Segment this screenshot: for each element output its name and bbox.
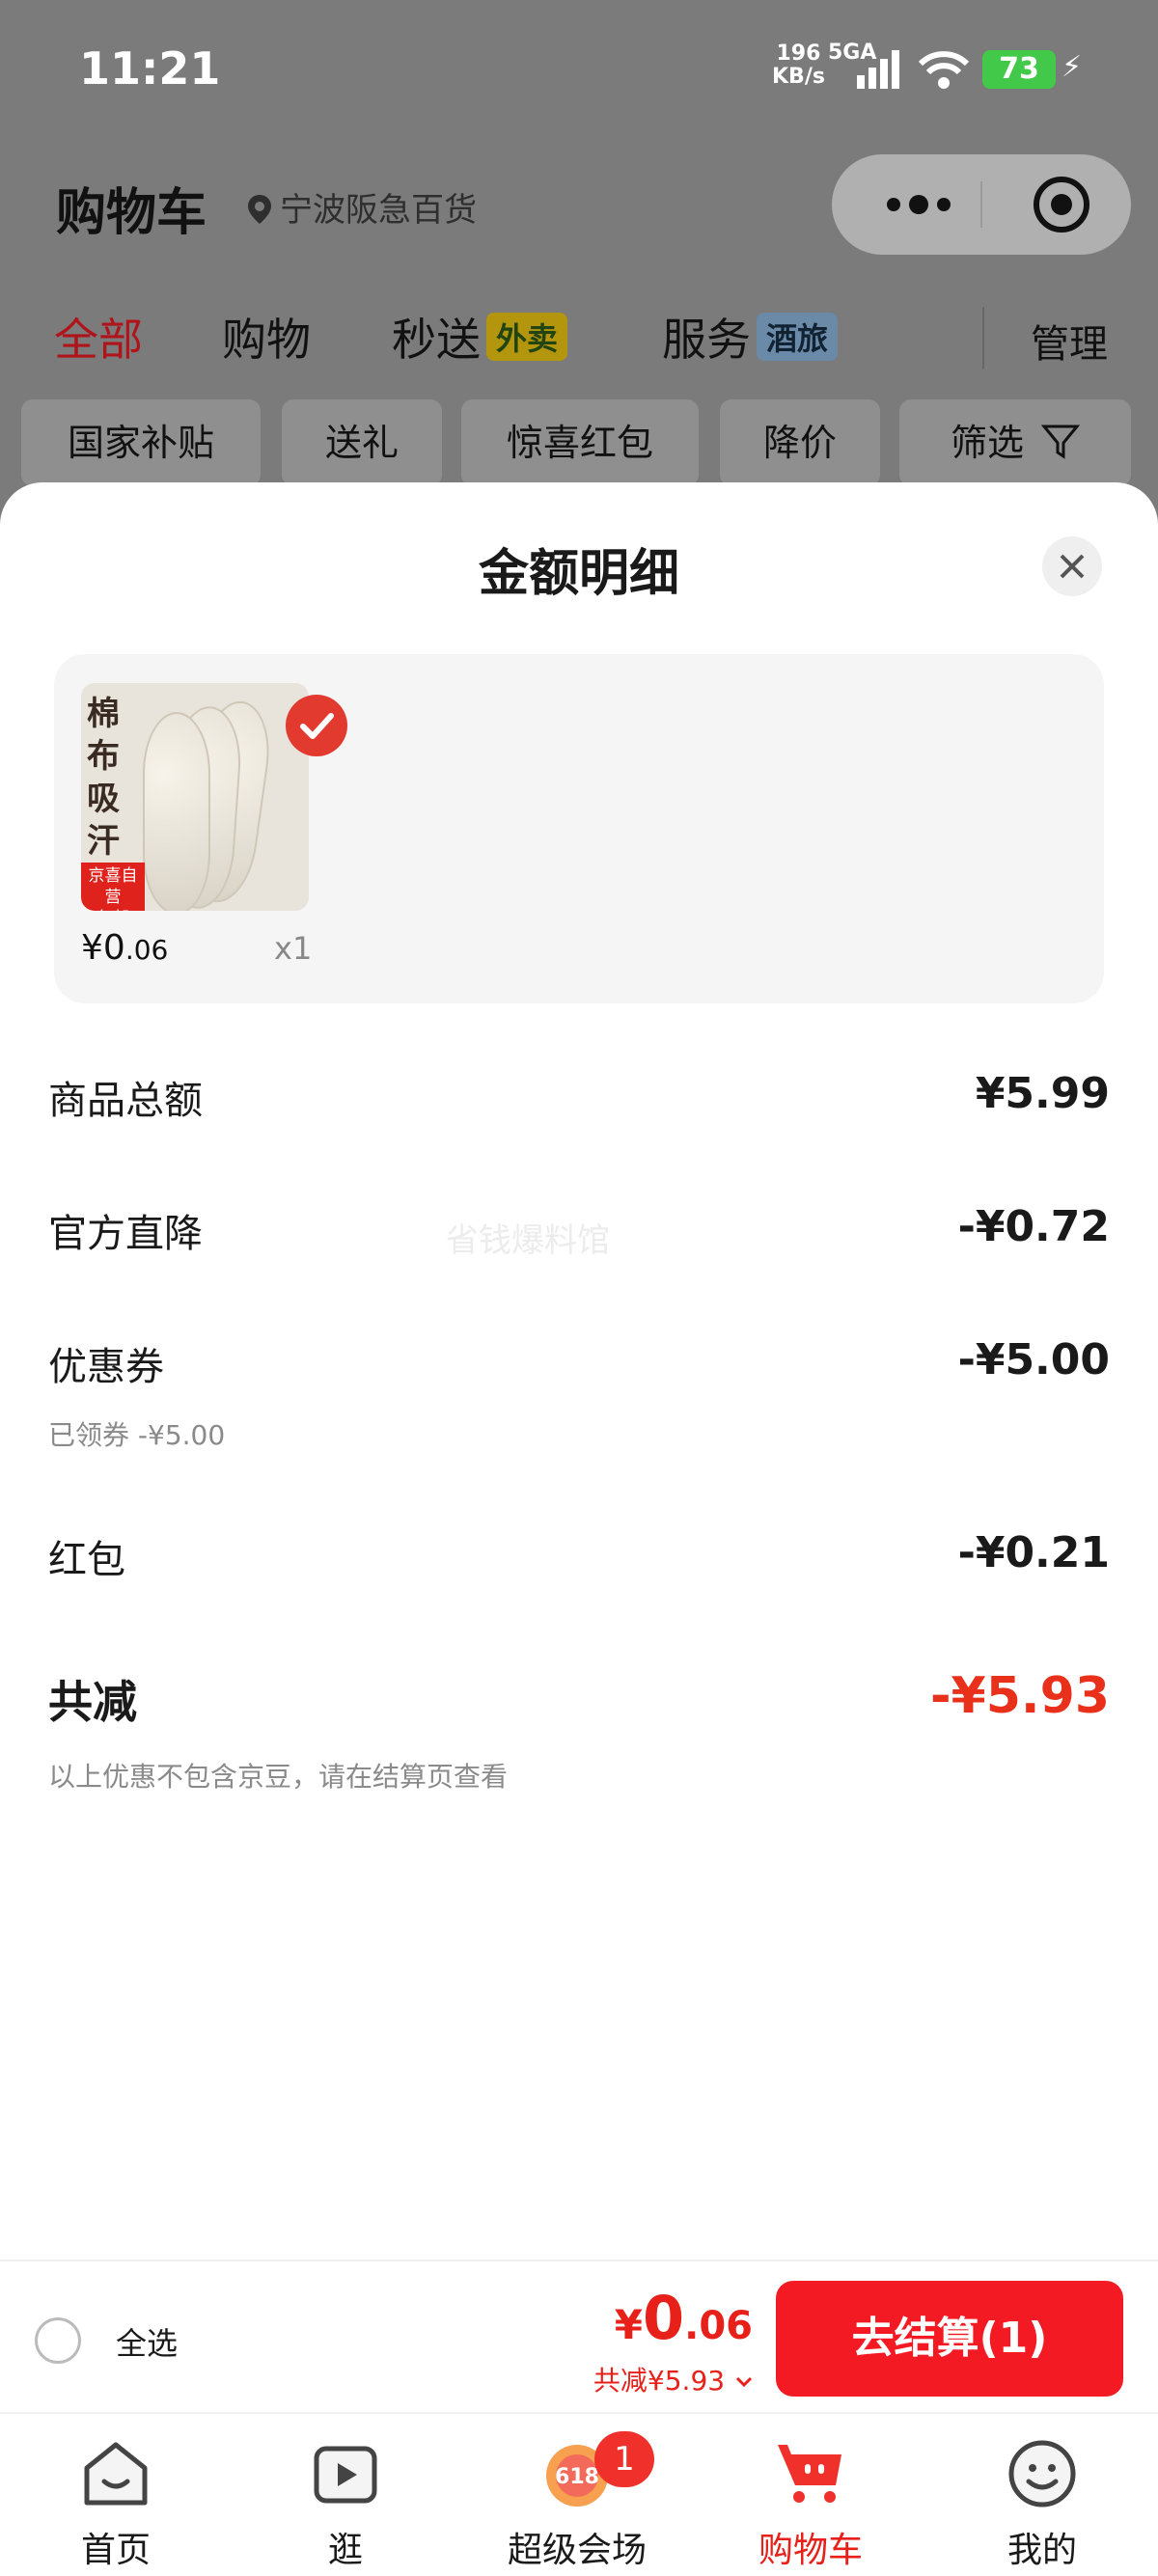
capsule-divider	[980, 181, 982, 228]
select-all-radio[interactable]	[35, 2317, 81, 2364]
coupon-row: 优惠券 -¥5.00	[48, 1335, 1110, 1393]
chip-red-packet[interactable]: 惊喜红包	[461, 399, 699, 486]
miniapp-capsule	[832, 154, 1131, 255]
saved-amount-toggle[interactable]: 共减¥5.93	[593, 2360, 755, 2398]
product-summary: 棉布吸汗 京喜自营 包邮 ¥0.06 x1	[54, 654, 1104, 1003]
selected-check[interactable]	[286, 695, 347, 756]
nav-browse[interactable]: 逛	[249, 2431, 442, 2576]
notification-badge: 1	[594, 2431, 654, 2487]
close-miniapp-icon[interactable]	[1031, 174, 1092, 235]
wifi-icon	[918, 51, 970, 89]
tab-shopping[interactable]: 购物	[222, 305, 311, 369]
total-reduction-row: 共减 -¥5.93	[48, 1667, 1110, 1735]
signal-icon	[857, 50, 899, 89]
nav-super-venue[interactable]: 618 1 超级会场	[481, 2431, 674, 2576]
hotel-travel-tag: 酒旅	[757, 313, 839, 361]
close-button[interactable]	[1042, 536, 1102, 596]
nav-home[interactable]: 首页	[19, 2431, 212, 2576]
profile-face-icon	[1008, 2440, 1076, 2507]
chip-filter[interactable]: 筛选	[899, 399, 1131, 486]
takeout-tag: 外卖	[486, 313, 568, 361]
product-image[interactable]: 棉布吸汗 京喜自营 包邮	[81, 683, 309, 911]
select-all-label[interactable]: 全选	[116, 2319, 178, 2364]
page-title: 购物车	[56, 184, 207, 242]
red-packet-amount: -¥0.21	[957, 1528, 1110, 1577]
store-location[interactable]: 宁波阪急百货	[247, 183, 477, 231]
product-image-text: 棉布吸汗	[87, 695, 120, 861]
red-packet-label: 红包	[48, 1538, 125, 1582]
amount-detail-sheet: 金额明细 棉布吸汗 京喜自营 包邮 ¥0.06 x1 商品总额 ¥5.99 官方	[0, 482, 1158, 2260]
nav-cart[interactable]: 购物车	[714, 2431, 907, 2576]
filter-chips: 国家补贴 送礼 惊喜红包 降价 筛选	[21, 399, 1141, 486]
tab-instant-delivery[interactable]: 秒送 外卖	[392, 305, 568, 369]
home-icon	[84, 2442, 148, 2506]
nav-mine[interactable]: 我的	[946, 2431, 1139, 2576]
svg-text:618: 618	[555, 2465, 599, 2489]
location-pin-icon	[248, 195, 271, 224]
total-reduction-amount: -¥5.93	[929, 1667, 1110, 1725]
app-header: 购物车 宁波阪急百货	[0, 154, 1158, 260]
red-packet-row: 红包 -¥0.21	[48, 1528, 1110, 1586]
status-time: 11:21	[79, 42, 221, 95]
goods-total-label: 商品总额	[48, 1079, 203, 1123]
tab-services[interactable]: 服务 酒旅	[662, 305, 839, 369]
official-discount-amount: -¥0.72	[957, 1202, 1110, 1251]
net-speed: 196 KB/s	[772, 41, 825, 89]
chip-national-subsidy[interactable]: 国家补贴	[21, 399, 261, 486]
manage-button[interactable]: 管理	[1031, 313, 1108, 369]
category-tabs: 全部 购物 秒送 外卖 服务 酒旅 管理	[0, 299, 1158, 376]
filter-icon	[1040, 425, 1081, 459]
chip-price-drop[interactable]: 降价	[720, 399, 880, 486]
status-bar: 11:21 196 KB/s 5GA 73 ⚡	[0, 0, 1158, 135]
tab-all[interactable]: 全部	[54, 305, 143, 369]
insole-shape	[143, 712, 210, 911]
checkout-button[interactable]: 去结算(1)	[776, 2281, 1123, 2397]
video-play-icon	[314, 2446, 377, 2504]
checkmark-icon	[300, 713, 334, 739]
free-shipping-badge: 京喜自营 包邮	[81, 863, 145, 911]
product-quantity: x1	[274, 930, 313, 967]
tabs-divider	[982, 307, 984, 369]
cart-icon	[778, 2445, 841, 2503]
product-price: ¥0.06	[81, 928, 169, 968]
coupon-amount: -¥5.00	[957, 1335, 1110, 1384]
goods-total-row: 商品总额 ¥5.99	[48, 1069, 1110, 1127]
coupon-note: 已领券 -¥5.00	[48, 1419, 226, 1451]
sheet-title: 金额明细	[478, 545, 679, 603]
coupon-label: 优惠券	[48, 1345, 164, 1389]
jingdou-note: 以上优惠不包含京豆，请在结算页查看	[48, 1761, 509, 1793]
bottom-tab-bar: 首页 逛 618 1 超级会场 购物车 我的	[0, 2412, 1158, 2576]
total-reduction-label: 共减	[48, 1676, 137, 1728]
close-icon	[1060, 554, 1085, 579]
chevron-down-icon	[735, 2376, 753, 2388]
watermark: 省钱爆料馆	[446, 1221, 610, 1260]
more-icon[interactable]	[872, 179, 988, 230]
chip-gift[interactable]: 送礼	[282, 399, 442, 486]
checkout-bar: 全选 ¥0.06 共减¥5.93 去结算(1)	[0, 2260, 1158, 2412]
battery-indicator: 73	[982, 50, 1056, 89]
checkout-price: ¥0.06	[614, 2283, 753, 2353]
goods-total-amount: ¥5.99	[975, 1069, 1110, 1118]
charging-icon: ⚡	[1062, 50, 1083, 84]
official-discount-label: 官方直降	[48, 1212, 203, 1256]
